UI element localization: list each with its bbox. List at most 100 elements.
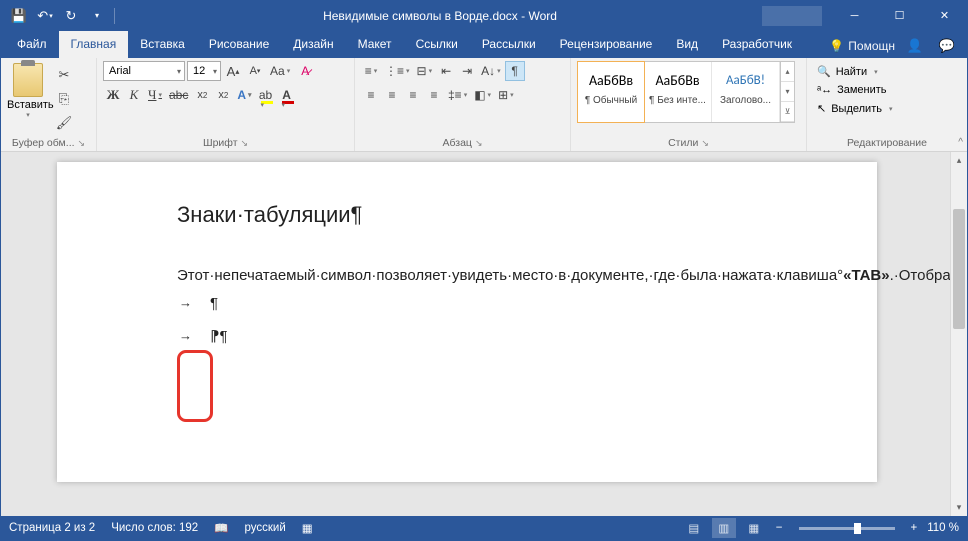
web-layout-button[interactable]: ▦ bbox=[742, 518, 766, 538]
cut-button[interactable]: ✂ bbox=[53, 65, 75, 85]
zoom-level[interactable]: 110 % bbox=[927, 522, 959, 534]
zoom-thumb[interactable] bbox=[854, 523, 861, 534]
italic-button[interactable]: К bbox=[124, 85, 144, 105]
bullets-button[interactable]: ≡ bbox=[361, 61, 381, 81]
comments-button[interactable]: 💬 bbox=[935, 34, 959, 58]
tab-insert[interactable]: Вставка bbox=[128, 31, 197, 58]
save-button[interactable]: 💾 bbox=[7, 4, 31, 28]
clear-format-button[interactable]: A̷ bbox=[295, 61, 315, 81]
scroll-thumb[interactable] bbox=[953, 209, 965, 329]
justify-button[interactable]: ≡ bbox=[424, 85, 444, 105]
select-button[interactable]: ↖Выделить▾ bbox=[813, 100, 961, 117]
heading-text[interactable]: Знаки·табуляции¶ bbox=[177, 202, 827, 228]
tell-me-search[interactable]: 💡Помощн bbox=[829, 39, 895, 53]
collapse-ribbon-button[interactable]: ^ bbox=[958, 137, 963, 148]
document-scroll[interactable]: Знаки·табуляции¶ Этот·непечатаемый·симво… bbox=[1, 152, 950, 516]
tab-design[interactable]: Дизайн bbox=[281, 31, 345, 58]
word-count[interactable]: Число слов: 192 bbox=[111, 522, 198, 534]
find-button[interactable]: 🔍Найти▾ bbox=[813, 63, 961, 80]
maximize-button[interactable]: ☐ bbox=[877, 1, 922, 30]
borders-button[interactable]: ⊞ bbox=[495, 85, 517, 105]
tab-references[interactable]: Ссылки bbox=[404, 31, 470, 58]
paragraph-dialog-launcher[interactable]: ↘ bbox=[475, 138, 483, 149]
close-button[interactable]: ✕ bbox=[922, 1, 967, 30]
paste-button[interactable]: Вставить ▾ bbox=[7, 61, 49, 119]
style-heading1[interactable]: АаБбВ! Заголово... bbox=[712, 62, 780, 122]
macro-icon[interactable]: ▦ bbox=[302, 521, 313, 535]
sort-button[interactable]: A↓ bbox=[478, 61, 504, 81]
tab-home[interactable]: Главная bbox=[59, 31, 129, 58]
tab-example-line-2[interactable]: →⁋¶ bbox=[177, 320, 827, 353]
align-left-button[interactable]: ≡ bbox=[361, 85, 381, 105]
body-paragraph[interactable]: Этот·непечатаемый·символ·позволяет·увиде… bbox=[177, 242, 827, 287]
scroll-down-button[interactable]: ▾ bbox=[951, 499, 967, 516]
line-spacing-button[interactable]: ‡≡ bbox=[445, 85, 470, 105]
multilevel-button[interactable]: ⊟ bbox=[414, 61, 436, 81]
tab-layout[interactable]: Макет bbox=[346, 31, 404, 58]
spellcheck-icon[interactable]: 📖 bbox=[214, 521, 228, 535]
gallery-down[interactable]: ▾ bbox=[781, 82, 794, 102]
redo-button[interactable]: ↻ bbox=[59, 4, 83, 28]
font-size-combo[interactable]: 12▾ bbox=[187, 61, 221, 81]
shading-button[interactable]: ◧ bbox=[471, 85, 494, 105]
change-case-button[interactable]: Aa bbox=[267, 61, 293, 81]
align-center-button[interactable]: ≡ bbox=[382, 85, 402, 105]
ribbon: Вставить ▾ ✂ ⎘ 🖌 Буфер обм...↘ Arial▾ 12… bbox=[1, 58, 967, 152]
superscript-button[interactable]: x2 bbox=[213, 85, 233, 105]
app-window: 💾 ↶▾ ↻ ▾ Невидимые символы в Ворде.docx … bbox=[0, 0, 968, 541]
gallery-up[interactable]: ▴ bbox=[781, 62, 794, 82]
qat-customize[interactable]: ▾ bbox=[85, 4, 109, 28]
strike-button[interactable]: abc bbox=[166, 85, 191, 105]
decrease-indent-button[interactable]: ⇤ bbox=[436, 61, 456, 81]
highlight-button[interactable]: ab bbox=[256, 85, 276, 105]
language-status[interactable]: русский bbox=[244, 522, 285, 534]
zoom-out-button[interactable]: − bbox=[772, 522, 787, 534]
zoom-slider[interactable] bbox=[799, 527, 895, 530]
search-icon: 🔍 bbox=[817, 65, 831, 78]
group-styles: АаБбВв ¶ Обычный АаБбВв ¶ Без инте... Аа… bbox=[571, 58, 807, 151]
scroll-track[interactable] bbox=[951, 169, 967, 499]
bold-button[interactable]: Ж bbox=[103, 85, 123, 105]
shrink-font-button[interactable]: A▾ bbox=[245, 61, 265, 81]
tab-file[interactable]: Файл bbox=[5, 31, 59, 58]
tab-draw[interactable]: Рисование bbox=[197, 31, 281, 58]
gallery-more[interactable]: ⊻ bbox=[781, 102, 794, 122]
account-area[interactable] bbox=[762, 6, 822, 26]
page[interactable]: Знаки·табуляции¶ Этот·непечатаемый·симво… bbox=[57, 162, 877, 482]
copy-button[interactable]: ⎘ bbox=[53, 89, 75, 109]
align-right-button[interactable]: ≡ bbox=[403, 85, 423, 105]
style-no-spacing[interactable]: АаБбВв ¶ Без инте... bbox=[644, 62, 712, 122]
read-mode-button[interactable]: ▤ bbox=[682, 518, 706, 538]
zoom-in-button[interactable]: + bbox=[907, 522, 922, 534]
vertical-scrollbar[interactable]: ▴ ▾ bbox=[950, 152, 967, 516]
format-painter-button[interactable]: 🖌 bbox=[53, 113, 75, 133]
increase-indent-button[interactable]: ⇥ bbox=[457, 61, 477, 81]
minimize-button[interactable]: ─ bbox=[832, 1, 877, 30]
undo-button[interactable]: ↶▾ bbox=[33, 4, 57, 28]
font-color-button[interactable]: A bbox=[277, 85, 297, 105]
show-hide-marks-button[interactable]: ¶ bbox=[505, 61, 525, 81]
tab-review[interactable]: Рецензирование bbox=[548, 31, 665, 58]
tab-mailings[interactable]: Рассылки bbox=[470, 31, 548, 58]
numbering-button[interactable]: ⋮≡ bbox=[382, 61, 413, 81]
tab-example-line-1[interactable]: →¶ bbox=[177, 287, 827, 320]
font-name-combo[interactable]: Arial▾ bbox=[103, 61, 185, 81]
styles-gallery[interactable]: АаБбВв ¶ Обычный АаБбВв ¶ Без инте... Аа… bbox=[577, 61, 795, 123]
subscript-button[interactable]: x2 bbox=[192, 85, 212, 105]
grow-font-button[interactable]: A▴ bbox=[223, 61, 243, 81]
tab-view[interactable]: Вид bbox=[664, 31, 710, 58]
underline-button[interactable]: Ч bbox=[145, 85, 165, 105]
font-dialog-launcher[interactable]: ↘ bbox=[241, 138, 249, 149]
scroll-up-button[interactable]: ▴ bbox=[951, 152, 967, 169]
window-controls: ─ ☐ ✕ bbox=[832, 1, 967, 30]
text-effects-button[interactable]: A bbox=[234, 85, 254, 105]
style-normal[interactable]: АаБбВв ¶ Обычный bbox=[577, 61, 645, 123]
share-button[interactable]: 👤 bbox=[903, 34, 927, 58]
red-highlight-box bbox=[177, 350, 213, 422]
clipboard-dialog-launcher[interactable]: ↘ bbox=[78, 138, 86, 149]
print-layout-button[interactable]: ▥ bbox=[712, 518, 736, 538]
replace-button[interactable]: ᵃ↔Заменить bbox=[813, 82, 961, 98]
page-status[interactable]: Страница 2 из 2 bbox=[9, 522, 95, 534]
tab-developer[interactable]: Разработчик bbox=[710, 31, 804, 58]
styles-dialog-launcher[interactable]: ↘ bbox=[701, 138, 709, 149]
